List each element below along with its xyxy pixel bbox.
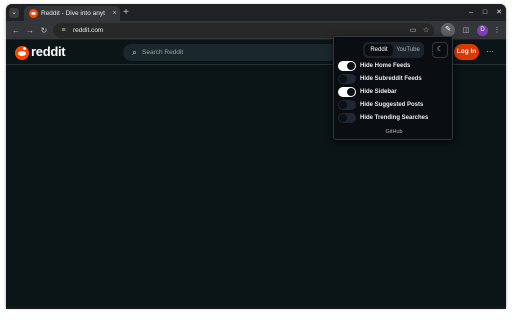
search-icon: ⌕ (132, 48, 137, 57)
option-hide-trending-searches: Hide Trending Searches (338, 113, 448, 123)
option-hide-suggested-posts: Hide Suggested Posts (338, 100, 448, 110)
tab-reddit[interactable]: Reddit - Dive into anyth × (24, 6, 120, 21)
new-tab-button[interactable]: + (120, 6, 132, 20)
option-label: Hide Sidebar (360, 89, 397, 95)
option-hide-sidebar: Hide Sidebar (338, 87, 448, 97)
tab-reddit-option[interactable]: Reddit (365, 44, 393, 56)
reddit-favicon-icon (29, 9, 38, 18)
toggle-switch[interactable] (338, 74, 356, 84)
minimize-button[interactable]: – (464, 6, 478, 19)
reddit-search-input[interactable]: ⌕ Search Reddit (123, 44, 341, 61)
extensions-puzzle-icon[interactable]: ◫ (460, 24, 472, 37)
github-link[interactable]: GitHub (374, 128, 414, 137)
tab-youtube-option[interactable]: YouTube (394, 44, 422, 56)
login-button[interactable]: Log In (454, 44, 479, 60)
tab-search-icon[interactable]: ⌄ (9, 8, 19, 18)
forward-button[interactable]: → (24, 24, 36, 37)
option-label: Hide Home Feeds (360, 63, 411, 69)
option-label: Hide Suggested Posts (360, 102, 424, 108)
maximize-button[interactable]: □ (478, 6, 492, 19)
site-info-icon[interactable]: ≡ (59, 26, 68, 35)
tab-title: Reddit - Dive into anyth (41, 10, 105, 17)
search-placeholder: Search Reddit (142, 49, 184, 56)
extension-icon[interactable]: ✎ (441, 23, 455, 37)
theme-toggle-icon[interactable]: ☾ (432, 42, 448, 58)
extension-popup: Reddit YouTube ☾ Hide Home Feeds Hide Su… (333, 36, 453, 140)
url-text: reddit.com (73, 27, 104, 34)
toggle-switch[interactable] (338, 87, 356, 97)
reload-button[interactable]: ↻ (38, 24, 50, 37)
tab-strip: ⌄ Reddit - Dive into anyth × + – □ ✕ (6, 4, 506, 21)
browser-menu-icon[interactable]: ⋮ (491, 24, 503, 37)
toggle-switch[interactable] (338, 100, 356, 110)
profile-avatar[interactable]: D (477, 25, 488, 36)
toggle-switch[interactable] (338, 113, 356, 123)
option-label: Hide Trending Searches (360, 115, 429, 121)
site-switcher: Reddit YouTube (363, 42, 424, 58)
back-button[interactable]: ← (10, 24, 22, 37)
more-options-icon[interactable]: ··· (484, 44, 496, 60)
reddit-logo-icon[interactable] (15, 46, 29, 60)
window-bottom-edge (6, 307, 506, 309)
option-hide-home-feeds: Hide Home Feeds (338, 61, 448, 71)
option-label: Hide Subreddit Feeds (360, 76, 422, 82)
close-window-button[interactable]: ✕ (492, 6, 506, 19)
toggle-switch[interactable] (338, 61, 356, 71)
reddit-wordmark[interactable]: reddit (31, 44, 71, 60)
option-hide-subreddit-feeds: Hide Subreddit Feeds (338, 74, 448, 84)
bookmark-star-icon[interactable]: ☆ (421, 25, 431, 36)
tab-close-icon[interactable]: × (110, 8, 119, 19)
cast-icon[interactable]: ▭ (408, 25, 418, 36)
